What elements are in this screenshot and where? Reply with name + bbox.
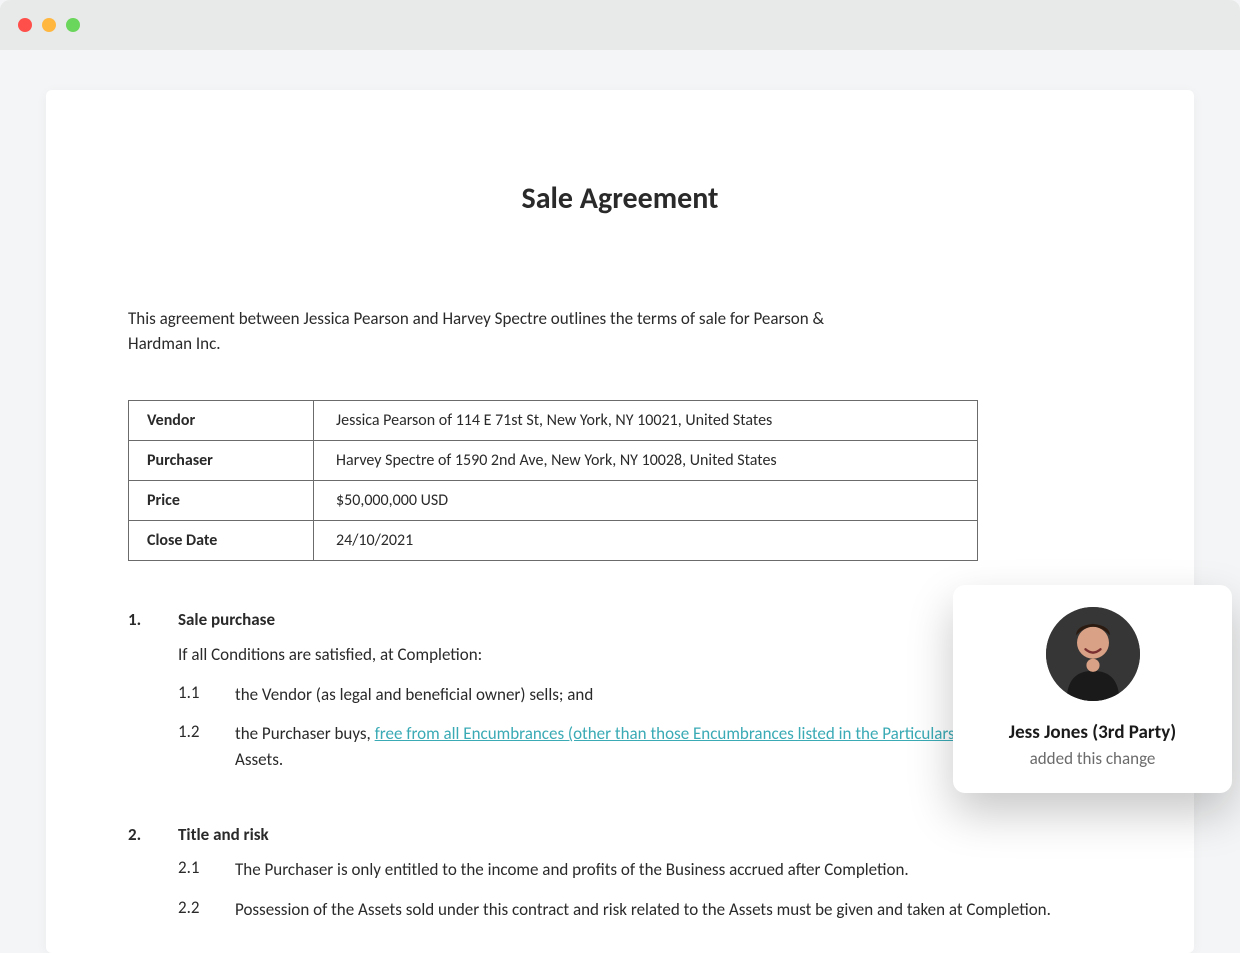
table-value: Jessica Pearson of 114 E 71st St, New Yo… (314, 401, 978, 441)
document-page: Sale Agreement This agreement between Je… (46, 90, 1194, 953)
clause-number: 2.1 (178, 857, 235, 883)
table-label: Close Date (129, 521, 314, 561)
table-value: Harvey Spectre of 1590 2nd Ave, New York… (314, 441, 978, 481)
clause: 2.2 Possession of the Assets sold under … (178, 897, 1112, 923)
table-value: $50,000,000 USD (314, 481, 978, 521)
table-label: Price (129, 481, 314, 521)
avatar-icon (1046, 607, 1140, 701)
clause-text: Possession of the Assets sold under this… (235, 897, 1112, 923)
table-row: Price $50,000,000 USD (129, 481, 978, 521)
table-row: Close Date 24/10/2021 (129, 521, 978, 561)
tracked-change-link[interactable]: free from all Encumbrances (other than t… (375, 723, 964, 744)
section: 2. Title and risk 2.1 The Purchaser is o… (128, 824, 1112, 936)
clause-number: 1.1 (178, 682, 235, 708)
window-titlebar (0, 0, 1240, 50)
table-row: Vendor Jessica Pearson of 114 E 71st St,… (129, 401, 978, 441)
popup-action-text: added this change (971, 748, 1214, 769)
clause-text: The Purchaser is only entitled to the in… (235, 857, 1112, 883)
clause-number: 2.2 (178, 897, 235, 923)
table-value: 24/10/2021 (314, 521, 978, 561)
details-table: Vendor Jessica Pearson of 114 E 71st St,… (128, 400, 978, 561)
popup-author-name: Jess Jones (3rd Party) (971, 721, 1214, 744)
table-label: Vendor (129, 401, 314, 441)
table-label: Purchaser (129, 441, 314, 481)
close-window-icon[interactable] (18, 18, 32, 32)
section-heading: Title and risk (178, 824, 1112, 845)
clause: 2.1 The Purchaser is only entitled to th… (178, 857, 1112, 883)
document-title: Sale Agreement (128, 180, 1112, 217)
section-number: 1. (128, 609, 178, 786)
maximize-window-icon[interactable] (66, 18, 80, 32)
table-row: Purchaser Harvey Spectre of 1590 2nd Ave… (129, 441, 978, 481)
change-author-popup[interactable]: Jess Jones (3rd Party) added this change (953, 585, 1232, 793)
minimize-window-icon[interactable] (42, 18, 56, 32)
section-number: 2. (128, 824, 178, 936)
avatar (1046, 607, 1140, 701)
section-body: Title and risk 2.1 The Purchaser is only… (178, 824, 1112, 936)
document-intro-paragraph: This agreement between Jessica Pearson a… (128, 307, 888, 356)
clause-prefix: the Purchaser buys, (235, 723, 375, 744)
page-background: Sale Agreement This agreement between Je… (0, 50, 1240, 953)
clause-number: 1.2 (178, 721, 235, 772)
